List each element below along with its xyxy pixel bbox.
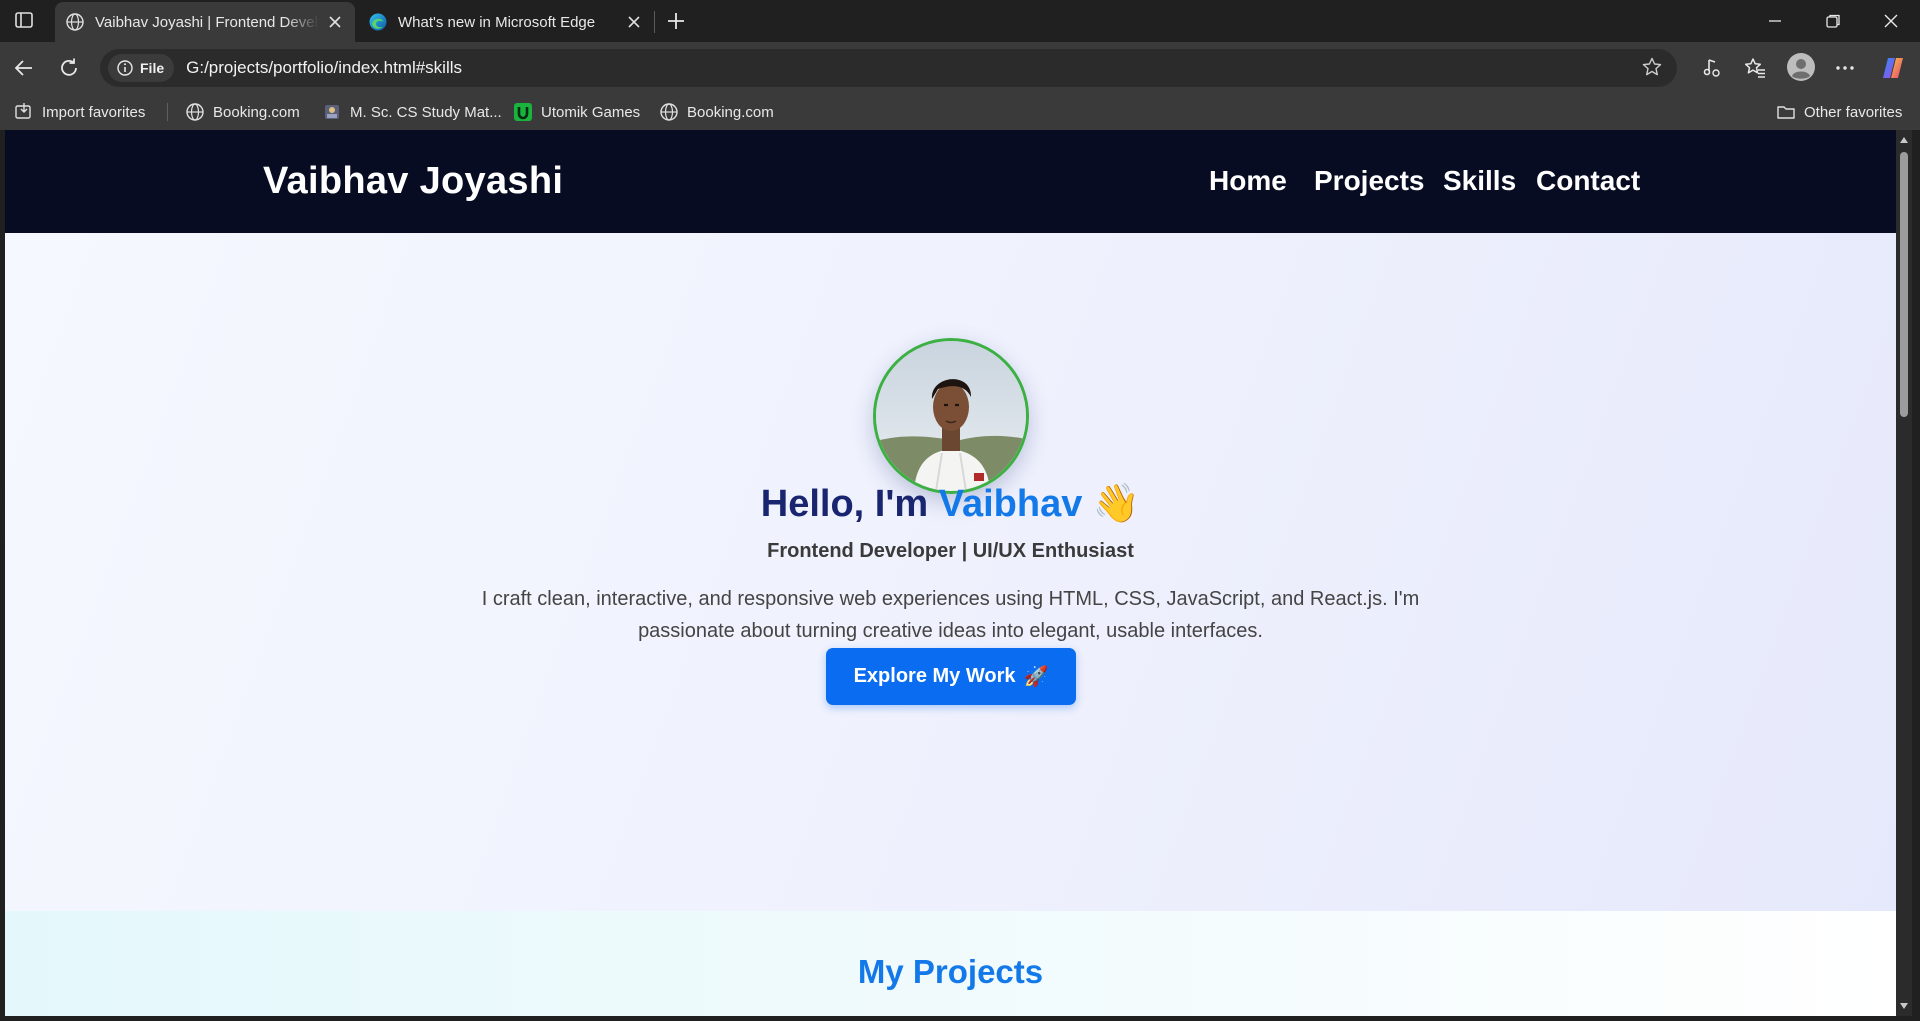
folder-icon xyxy=(1777,106,1795,119)
favorite-label: Booking.com xyxy=(687,103,774,121)
nav-home[interactable]: Home xyxy=(1209,165,1287,197)
hero-section: Hello, I'm Vaibhav 👋 Frontend Developer … xyxy=(5,233,1896,911)
close-tab-icon[interactable] xyxy=(626,14,642,30)
more-options-icon[interactable] xyxy=(1833,56,1857,80)
other-favorites-folder[interactable]: Other favorites xyxy=(1776,94,1902,130)
hero-title: Hello, I'm Vaibhav 👋 xyxy=(5,482,1896,526)
new-tab-icon[interactable] xyxy=(665,10,687,32)
copilot-icon[interactable] xyxy=(1879,54,1907,82)
nav-projects[interactable]: Projects xyxy=(1314,165,1425,197)
projects-section: My Projects xyxy=(5,911,1896,1016)
globe-icon xyxy=(186,103,204,121)
profile-photo-image xyxy=(876,341,1026,491)
profile-photo xyxy=(873,338,1029,494)
globe-icon xyxy=(66,13,84,31)
tab-edge-whats-new[interactable]: What's new in Microsoft Edge xyxy=(358,2,654,42)
favorite-study-material[interactable]: M. Sc. CS Study Mat... xyxy=(322,94,502,130)
close-tab-icon[interactable] xyxy=(327,14,343,30)
restore-icon[interactable] xyxy=(1824,12,1842,30)
cta-label: Explore My Work xyxy=(853,665,1016,687)
edge-icon xyxy=(369,13,387,31)
rocket-emoji: 🚀 xyxy=(1023,666,1049,688)
hero-description: I craft clean, interactive, and responsi… xyxy=(481,588,1420,642)
favorites-bar: Import favorites Booking.com M. Sc. CS S… xyxy=(0,94,1920,130)
tab-title: What's new in Microsoft Edge xyxy=(398,13,596,31)
scheme-label: File xyxy=(140,60,165,76)
back-icon[interactable] xyxy=(12,56,36,80)
favorite-label: Utomik Games xyxy=(541,103,641,121)
url-text[interactable]: G:/projects/portfolio/index.html#skills xyxy=(186,58,462,78)
utomik-icon xyxy=(514,103,532,121)
info-icon xyxy=(117,60,133,76)
explore-my-work-button[interactable]: Explore My Work 🚀 xyxy=(826,648,1076,705)
tab-title: Vaibhav Joyashi | Frontend Developer xyxy=(95,13,319,31)
page-scrollbar[interactable] xyxy=(1896,130,1912,1016)
scroll-up-arrow-icon[interactable] xyxy=(1899,136,1909,144)
media-control-icon[interactable] xyxy=(1699,56,1723,80)
close-window-icon[interactable] xyxy=(1882,12,1900,30)
import-favorites-icon xyxy=(15,103,31,119)
tab-divider xyxy=(654,11,655,33)
hero-subtitle: Frontend Developer | UI/UX Enthusiast xyxy=(767,540,1134,562)
favorite-label: Booking.com xyxy=(213,103,300,121)
favorite-import[interactable]: Import favorites xyxy=(14,94,145,130)
site-brand[interactable]: Vaibhav Joyashi xyxy=(263,160,563,203)
site-header: Vaibhav Joyashi Home Projects Skills Con… xyxy=(5,130,1896,233)
favorite-label: Import favorites xyxy=(42,103,146,121)
sidebar-toggle-icon[interactable] xyxy=(14,10,34,30)
favorite-utomik[interactable]: Utomik Games xyxy=(513,94,640,130)
wave-emoji: 👋 xyxy=(1092,483,1141,525)
profile-avatar-icon[interactable] xyxy=(1786,52,1816,82)
favorite-booking-1[interactable]: Booking.com xyxy=(185,94,300,130)
minimize-icon[interactable] xyxy=(1766,12,1784,30)
hero-greeting: Hello, I'm xyxy=(760,483,929,525)
nav-contact[interactable]: Contact xyxy=(1536,165,1640,197)
site-info-button[interactable]: File xyxy=(108,54,175,82)
favorite-star-icon[interactable] xyxy=(1641,56,1663,78)
other-favorites-label: Other favorites xyxy=(1804,103,1903,121)
tab-portfolio[interactable]: Vaibhav Joyashi | Frontend Developer xyxy=(55,2,355,42)
favorite-label: M. Sc. CS Study Mat... xyxy=(350,103,502,121)
scroll-down-arrow-icon[interactable] xyxy=(1899,1002,1909,1010)
globe-icon xyxy=(660,103,678,121)
page-viewport: Vaibhav Joyashi Home Projects Skills Con… xyxy=(5,130,1896,1016)
favorites-separator xyxy=(167,103,168,121)
address-bar[interactable]: File G:/projects/portfolio/index.html#sk… xyxy=(100,49,1677,87)
browser-titlebar: Vaibhav Joyashi | Frontend Developer Wha… xyxy=(0,0,1920,42)
favorites-icon[interactable] xyxy=(1743,56,1767,80)
browser-toolbar: File G:/projects/portfolio/index.html#sk… xyxy=(0,42,1920,94)
favorite-booking-2[interactable]: Booking.com xyxy=(659,94,774,130)
hero-name: Vaibhav xyxy=(938,483,1083,525)
refresh-icon[interactable] xyxy=(57,56,81,80)
nav-skills[interactable]: Skills xyxy=(1443,165,1516,197)
projects-title: My Projects xyxy=(857,953,1044,990)
scrollbar-thumb[interactable] xyxy=(1900,152,1908,417)
study-material-icon xyxy=(325,105,339,119)
